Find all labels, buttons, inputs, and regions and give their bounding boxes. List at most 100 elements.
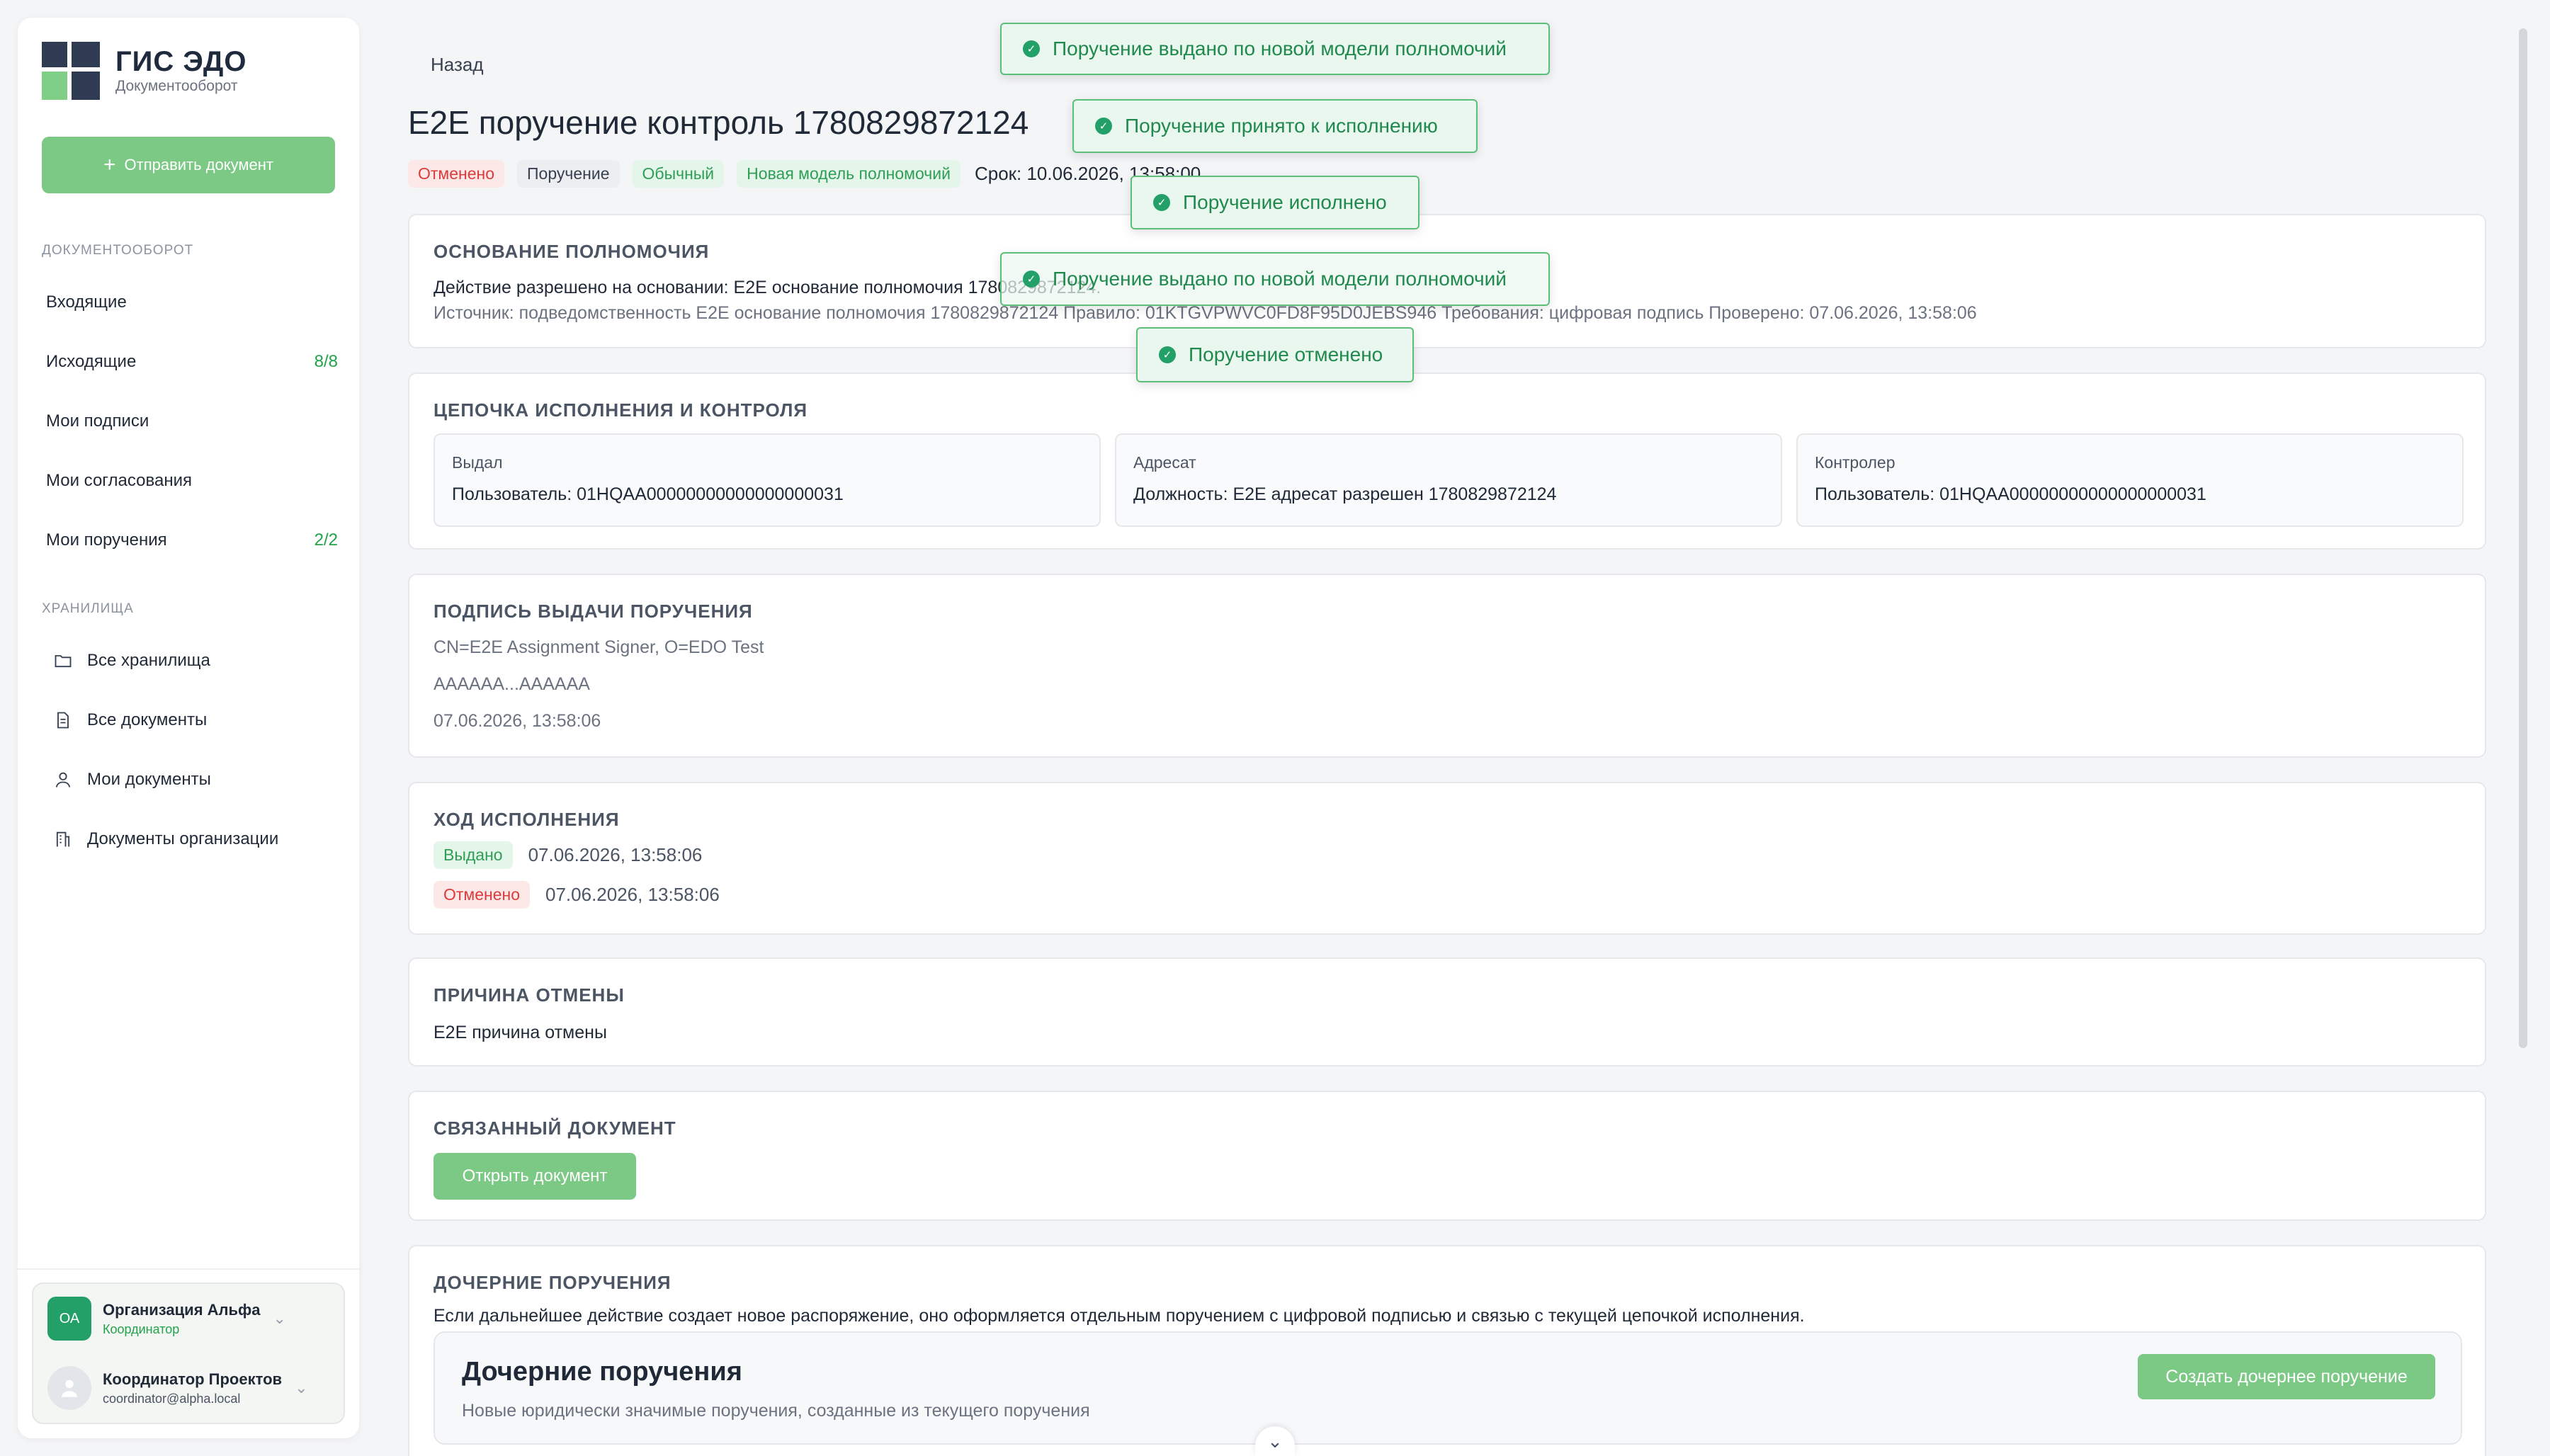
party-issuer: Выдал Пользователь: 01HQAA00000000000000… (434, 433, 1101, 527)
send-document-button[interactable]: + Отправить документ (42, 137, 335, 193)
user-name: Координатор Проектов (103, 1370, 283, 1388)
toast-message: Поручение выдано по новой модели полномо… (1053, 38, 1507, 59)
progress-event: Отменено 07.06.2026, 13:58:06 (434, 881, 720, 909)
check-circle-icon: ✓ (1153, 194, 1170, 211)
toast-notification[interactable]: ✓ Поручение выдано по новой модели полно… (1000, 23, 1550, 75)
document-icon (57, 712, 69, 729)
cancel-reason-card: ПРИЧИНА ОТМЕНЫ E2E причина отмены (408, 957, 2486, 1067)
party-value: Пользователь: 01HQAA00000000000000000031 (1815, 484, 2206, 504)
app-logo[interactable]: ГИС ЭДО Документооборот (42, 42, 247, 100)
sidebar-item-label: Входящие (46, 292, 127, 312)
sidebar-item-outgoing[interactable]: Исходящие 8/8 (46, 345, 338, 379)
scrollbar[interactable] (2519, 28, 2527, 1048)
toast-message: Поручение принято к исполнению (1125, 115, 1438, 137)
status-badge: Выдано (434, 841, 513, 869)
signature-card: ПОДПИСЬ ВЫДАЧИ ПОРУЧЕНИЯ CN=E2E Assignme… (408, 574, 2486, 758)
child-assignments-text: Если дальнейшее действие создает новое р… (434, 1306, 1805, 1326)
child-assignments-panel: Дочерние поручения Новые юридически знач… (434, 1331, 2462, 1445)
signature-value: AAAAAA...AAAAAA (434, 674, 590, 694)
storage-item-all-documents[interactable]: Все документы (53, 703, 207, 737)
child-assignments-title: ДОЧЕРНИЕ ПОРУЧЕНИЯ (434, 1272, 672, 1293)
progress-card: ХОД ИСПОЛНЕНИЯ Выдано 07.06.2026, 13:58:… (408, 782, 2486, 935)
user-icon (55, 772, 71, 787)
party-value: Должность: E2E адресат разрешен 17808298… (1133, 484, 1557, 504)
child-panel-subtitle: Новые юридически значимые поручения, соз… (462, 1401, 1090, 1421)
sidebar-item-my-signatures[interactable]: Мои подписи (46, 404, 338, 438)
chevron-down-icon: ⌄ (273, 1309, 286, 1327)
child-assignments-card: ДОЧЕРНИЕ ПОРУЧЕНИЯ Если дальнейшее дейст… (408, 1245, 2486, 1456)
model-badge: Новая модель полномочий (737, 160, 960, 188)
sidebar-item-label: Мои согласования (46, 471, 192, 490)
storage-item-label: Мои документы (87, 770, 211, 789)
type-badge: Поручение (517, 160, 620, 188)
linked-document-card: СВЯЗАННЫЙ ДОКУМЕНТ Открыть документ (408, 1091, 2486, 1221)
section-label-docflow: ДОКУМЕНТООБОРОТ (42, 243, 194, 258)
account-card: ОА Организация Альфа Координатор ⌄ Коорд… (32, 1282, 345, 1424)
sidebar-item-incoming[interactable]: Входящие (46, 285, 338, 319)
page-title: E2E поручение контроль 1780829872124 (408, 104, 1029, 141)
progress-event: Выдано 07.06.2026, 13:58:06 (434, 841, 702, 869)
storage-item-my-documents[interactable]: Мои документы (53, 763, 211, 797)
user-icon (61, 1380, 78, 1397)
sidebar-item-count: 8/8 (314, 352, 338, 371)
org-name: Организация Альфа (103, 1300, 261, 1319)
check-circle-icon: ✓ (1023, 271, 1040, 288)
child-panel-title: Дочерние поручения (462, 1357, 742, 1387)
storage-item-label: Все хранилища (87, 651, 210, 670)
storage-item-all-storages[interactable]: Все хранилища (53, 644, 210, 678)
basis-details: Источник: подведомственность E2E основан… (434, 303, 1977, 323)
party-controller: Контролер Пользователь: 01HQAA0000000000… (1796, 433, 2464, 527)
folder-icon (55, 655, 72, 668)
party-label: Контролер (1815, 453, 1896, 472)
priority-badge: Обычный (632, 160, 725, 188)
event-date: 07.06.2026, 13:58:06 (545, 884, 720, 905)
cancel-reason-title: ПРИЧИНА ОТМЕНЫ (434, 984, 625, 1006)
user-menu[interactable]: Координатор Проектов coordinator@alpha.l… (47, 1366, 338, 1410)
sidebar-item-my-approvals[interactable]: Мои согласования (46, 464, 338, 498)
sidebar: ГИС ЭДО Документооборот + Отправить доку… (18, 18, 359, 1438)
toast-message: Поручение выдано по новой модели полномо… (1053, 268, 1507, 290)
party-value: Пользователь: 01HQAA00000000000000000031 (452, 484, 844, 504)
sidebar-item-label: Исходящие (46, 352, 137, 371)
toast-notification[interactable]: ✓ Поручение отменено (1136, 327, 1414, 382)
logo-subtitle: Документооборот (115, 78, 238, 94)
avatar (47, 1366, 91, 1410)
sidebar-item-count: 2/2 (314, 530, 338, 550)
open-document-button[interactable]: Открыть документ (434, 1153, 636, 1200)
sidebar-item-label: Мои поручения (46, 530, 167, 550)
sidebar-item-my-assignments[interactable]: Мои поручения 2/2 (46, 523, 338, 557)
plus-icon: + (103, 153, 116, 176)
user-email: coordinator@alpha.local (103, 1391, 241, 1406)
check-circle-icon: ✓ (1095, 118, 1112, 135)
basis-title: ОСНОВАНИЕ ПОЛНОМОЧИЯ (434, 241, 710, 262)
status-badge: Отменено (408, 160, 505, 188)
check-circle-icon: ✓ (1159, 346, 1176, 363)
sidebar-divider (18, 1268, 359, 1270)
send-document-label: Отправить документ (124, 156, 273, 174)
storage-item-org-documents[interactable]: Документы организации (53, 822, 278, 856)
back-link[interactable]: Назад (431, 54, 484, 76)
status-tags: Отменено Поручение Обычный Новая модель … (408, 160, 1201, 188)
organization-switcher[interactable]: ОА Организация Альфа Координатор ⌄ (47, 1297, 331, 1341)
org-avatar: ОА (47, 1297, 91, 1341)
logo-title: ГИС ЭДО (115, 46, 247, 77)
cancel-reason-text: E2E причина отмены (434, 1023, 607, 1042)
toast-notification[interactable]: ✓ Поручение принято к исполнению (1072, 99, 1478, 153)
org-role: Координатор (103, 1321, 180, 1336)
chain-title: ЦЕПОЧКА ИСПОЛНЕНИЯ И КОНТРОЛЯ (434, 399, 808, 421)
storage-item-label: Документы организации (87, 829, 279, 848)
logo-mark-icon (42, 42, 100, 100)
sidebar-item-label: Мои подписи (46, 411, 149, 431)
linked-document-title: СВЯЗАННЫЙ ДОКУМЕНТ (434, 1117, 676, 1139)
chain-card: ЦЕПОЧКА ИСПОЛНЕНИЯ И КОНТРОЛЯ Выдал Поль… (408, 372, 2486, 550)
event-date: 07.06.2026, 13:58:06 (528, 844, 703, 865)
party-addressee: Адресат Должность: E2E адресат разрешен … (1115, 433, 1782, 527)
toast-notification[interactable]: ✓ Поручение исполнено (1130, 176, 1420, 229)
signature-title: ПОДПИСЬ ВЫДАЧИ ПОРУЧЕНИЯ (434, 601, 753, 622)
toast-notification[interactable]: ✓ Поручение выдано по новой модели полно… (1000, 252, 1550, 306)
check-circle-icon: ✓ (1023, 40, 1040, 57)
toast-message: Поручение исполнено (1183, 191, 1387, 213)
progress-title: ХОД ИСПОЛНЕНИЯ (434, 809, 620, 830)
create-child-assignment-button[interactable]: Создать дочернее поручение (2138, 1354, 2435, 1399)
party-label: Адресат (1133, 453, 1196, 472)
